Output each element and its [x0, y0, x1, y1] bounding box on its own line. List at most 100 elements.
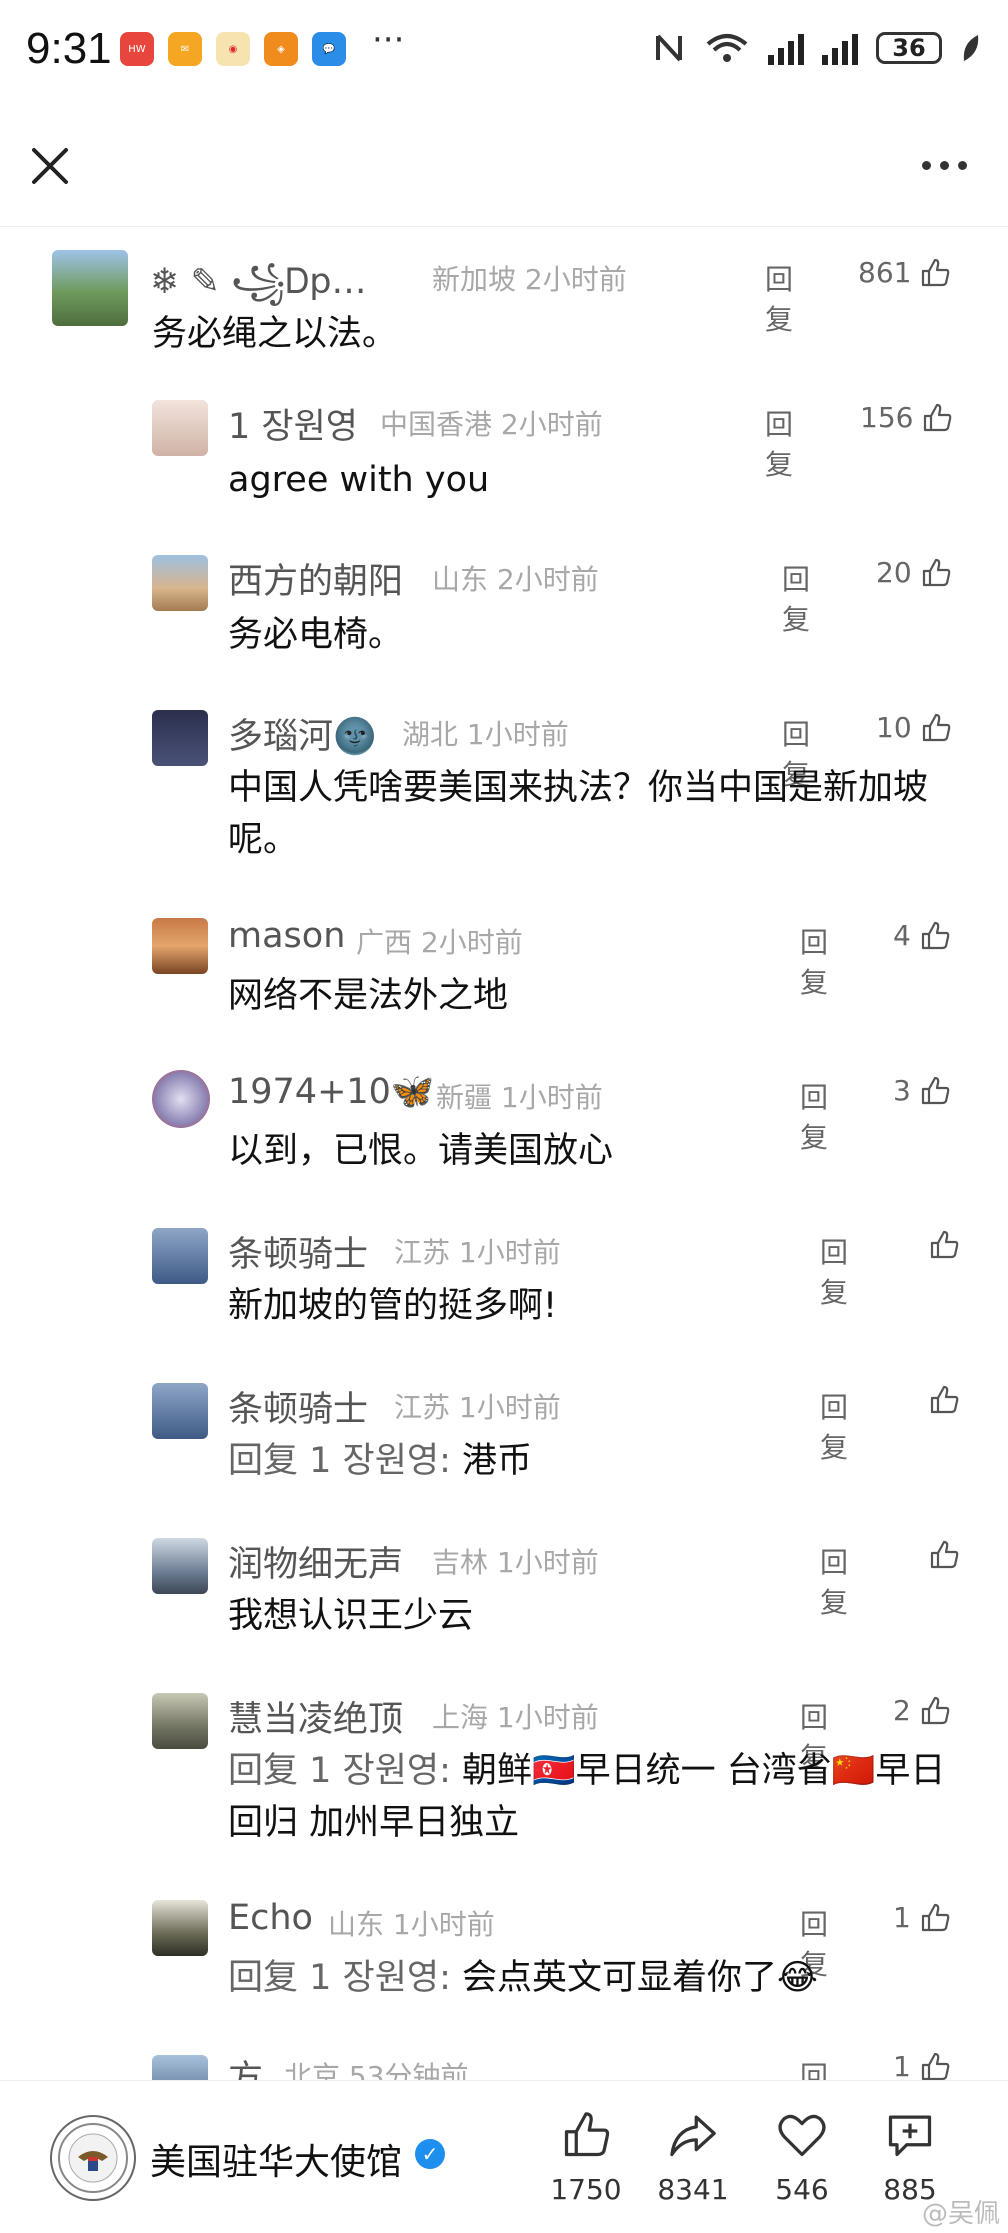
orange-app-icon: ◈ [264, 32, 298, 66]
comment-location: 山东 [328, 1908, 385, 1941]
like-button[interactable]: 10 [876, 711, 952, 744]
weibo-icon: ◉ [216, 32, 250, 66]
comment-author[interactable]: 条顿骑士 [228, 1226, 368, 1277]
reply-to-prefix[interactable]: 回复 1 장원영: [228, 1958, 462, 1998]
comment-add-icon [888, 2115, 932, 2157]
like-count: 20 [876, 556, 912, 589]
comment-button[interactable]: 885 [860, 2109, 960, 2206]
comment-body: 港币 [462, 1441, 533, 1481]
comment-meta: 江苏 1小时前 [394, 1231, 561, 1271]
comment-time: 1小时前 [500, 1081, 603, 1114]
thumbs-up-icon [921, 1903, 950, 1931]
share-arrow-icon [670, 2115, 716, 2157]
top-bar [0, 110, 1008, 227]
thumbs-up-icon [930, 1385, 959, 1414]
comment-author[interactable]: Echo [228, 1898, 313, 1938]
comment-author[interactable]: 多瑙河🌚 [228, 708, 377, 759]
like-count: 2 [893, 1694, 911, 1727]
comment-meta: 江苏 1小时前 [394, 1386, 561, 1426]
avatar[interactable] [152, 1228, 208, 1284]
comment-text: 务必绳之以法。 [152, 314, 398, 354]
like-button[interactable] [920, 1539, 960, 1571]
like-button[interactable]: 156 [860, 401, 953, 434]
comment-text: 新加坡的管的挺多啊! [228, 1286, 558, 1326]
thumbs-up-icon [922, 713, 950, 741]
comment-author[interactable]: 1974+10🦋 [228, 1071, 435, 1112]
comment-location: 山东 [432, 563, 489, 596]
comment-author[interactable]: 西方的朝阳 [228, 553, 403, 604]
signal-icon [768, 31, 804, 65]
avatar[interactable] [152, 1693, 208, 1749]
avatar[interactable] [152, 918, 208, 974]
avatar[interactable] [52, 250, 128, 326]
comment-author[interactable]: mason [228, 916, 345, 956]
close-icon[interactable] [26, 142, 74, 190]
like-button[interactable]: 20 [876, 556, 952, 589]
wifi-icon [706, 34, 748, 62]
comment-text: 中国人凭啥要美国来执法？你当中国是新加坡呢。 [228, 768, 929, 860]
comment-author[interactable]: 润物细无声 [228, 1536, 403, 1587]
comment-time: 1小时前 [458, 1391, 561, 1424]
share-button[interactable]: 8341 [643, 2109, 743, 2206]
comment-author[interactable]: 条顿骑士 [228, 1381, 368, 1432]
share-count: 8341 [657, 2173, 729, 2206]
avatar[interactable] [152, 710, 208, 766]
comment-meta: 山东 1小时前 [328, 1903, 495, 1943]
weibo-watermark: @吴佩 [921, 2199, 1000, 2229]
like-count: 1 [893, 1901, 911, 1934]
like-count: 1 [893, 2053, 911, 2080]
notification-icons: HW ✉ ◉ ◈ 💬 [120, 32, 346, 66]
avatar[interactable] [152, 1383, 208, 1439]
more-options-button[interactable] [922, 152, 974, 178]
verified-badge-icon: ✓ [415, 2139, 445, 2169]
avatar[interactable] [152, 1538, 208, 1594]
comment-location: 湖北 [402, 718, 459, 751]
like-button[interactable] [920, 1384, 960, 1416]
thumbs-up-icon [922, 258, 950, 286]
like-button[interactable] [920, 1229, 960, 1261]
reply-button[interactable]: 回复 [800, 2055, 828, 2080]
thumbs-up-icon [921, 1696, 950, 1724]
thumbs-up-icon [564, 2112, 610, 2157]
bottom-action-bar: 美国驻华大使馆 ✓ 1750 8341 546 885 @吴佩 [0, 2080, 1008, 2233]
account-name[interactable]: 美国驻华大使馆 [150, 2133, 402, 2185]
avatar[interactable] [152, 2055, 208, 2080]
heart-icon [778, 2114, 826, 2157]
like-button[interactable]: 861 [858, 256, 951, 289]
comment-text: 回复 1 장원영: 港币 [228, 1435, 1008, 1487]
avatar[interactable] [152, 1900, 208, 1956]
thumbs-up-icon [921, 2053, 950, 2080]
reply-to-prefix[interactable]: 回复 1 장원영: [228, 1751, 462, 1791]
like-button[interactable]: 4 [893, 919, 951, 952]
comment-text: 回复 1 장원영: 会点英文可显着你了😂 [228, 1952, 1008, 2004]
like-button[interactable]: 3 [893, 1074, 951, 1107]
like-button[interactable]: 2 [893, 1694, 951, 1727]
reply-to-prefix[interactable]: 回复 1 장원영: [228, 1441, 462, 1481]
comment-location: 上海 [432, 1701, 489, 1734]
favorite-button[interactable]: 546 [752, 2109, 852, 2206]
avatar[interactable] [152, 1070, 210, 1128]
comment-time: 2小时前 [496, 563, 599, 596]
comment-location: 中国香港 [380, 408, 493, 441]
comment-body: 会点英文可显着你了😂 [462, 1958, 818, 1998]
comment-text: agree with you [228, 460, 490, 500]
status-time: 9:31 [26, 24, 112, 73]
comment-time: 1小时前 [458, 1236, 561, 1269]
comment-meta: 新疆 1小时前 [436, 1076, 603, 1116]
comment-author[interactable]: 1 장원영 [228, 398, 358, 449]
thumbs-up-icon [921, 921, 950, 949]
like-count: 4 [893, 919, 911, 952]
us-seal-icon [58, 2123, 128, 2193]
avatar[interactable] [152, 555, 208, 611]
account-avatar[interactable] [50, 2115, 136, 2201]
nfc-icon [656, 34, 682, 62]
avatar[interactable] [152, 400, 208, 456]
comment-author[interactable]: 慧当凌绝顶 [228, 1691, 403, 1742]
huawei-store-icon: HW [120, 32, 154, 66]
comment-time: 53分钟前 [348, 2060, 469, 2080]
like-button[interactable]: 1 [893, 1901, 951, 1934]
like-button[interactable]: 1 [893, 2053, 951, 2080]
comment-author[interactable]: 方 [228, 2050, 263, 2080]
like-post-button[interactable]: 1750 [536, 2109, 636, 2206]
like-count: 1750 [550, 2173, 622, 2206]
